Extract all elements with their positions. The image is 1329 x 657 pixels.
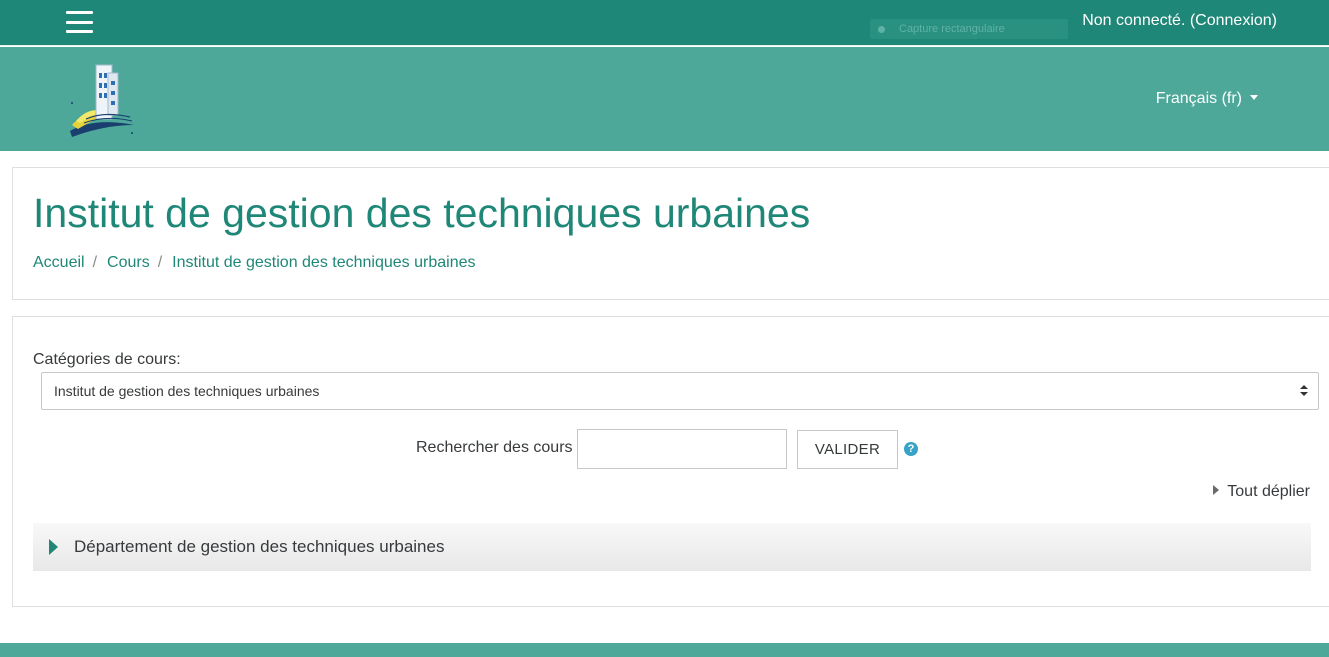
capture-tool-label: Capture rectangulaire <box>899 23 1005 35</box>
capture-tool-overlay[interactable]: Capture rectangulaire <box>870 19 1068 39</box>
course-categories-card: Catégories de cours: Institut de gestion… <box>12 316 1329 607</box>
category-select-value: Institut de gestion des techniques urbai… <box>54 383 320 399</box>
breadcrumb-courses[interactable]: Cours <box>107 254 150 271</box>
page-header-card: Institut de gestion des techniques urbai… <box>12 167 1329 300</box>
top-navbar: Capture rectangulaire Non connecté. (Con… <box>0 0 1329 46</box>
login-link[interactable]: Non connecté. (Connexion) <box>1082 12 1277 30</box>
breadcrumb-separator: / <box>157 254 163 271</box>
breadcrumb-separator: / <box>92 254 98 271</box>
select-arrows-icon <box>1300 384 1308 398</box>
caret-down-icon <box>1250 95 1258 100</box>
expand-all-label: Tout déplier <box>1227 483 1310 500</box>
category-item[interactable]: Département de gestion des techniques ur… <box>33 523 1311 571</box>
category-item-label: Département de gestion des techniques ur… <box>74 537 445 556</box>
caret-right-icon <box>1213 485 1220 495</box>
submit-search-button[interactable]: VALIDER <box>797 430 898 469</box>
expand-triangle-icon <box>49 539 58 555</box>
page-footer <box>0 643 1329 657</box>
expand-all-link[interactable]: Tout déplier <box>1213 483 1310 501</box>
hamburger-menu-icon[interactable] <box>66 11 93 33</box>
institute-logo-icon[interactable] <box>64 59 140 141</box>
language-dropdown[interactable]: Français (fr) <box>1156 90 1258 108</box>
capture-dot-icon <box>878 25 885 33</box>
page-title: Institut de gestion des techniques urbai… <box>33 190 811 236</box>
language-label: Français (fr) <box>1155 90 1242 107</box>
breadcrumb: Accueil / Cours / Institut de gestion des te… <box>33 254 475 272</box>
brand-header: Français (fr) <box>0 47 1329 151</box>
breadcrumb-home[interactable]: Accueil <box>33 254 85 271</box>
category-select-label: Catégories de cours: <box>33 351 181 368</box>
question-circle-icon[interactable]: ? <box>904 442 918 456</box>
search-courses-label: Rechercher des cours <box>416 439 573 456</box>
breadcrumb-current[interactable]: Institut de gestion des techniques urbai… <box>172 254 475 271</box>
search-courses-input[interactable] <box>577 429 787 469</box>
category-select[interactable]: Institut de gestion des techniques urbai… <box>41 372 1319 410</box>
